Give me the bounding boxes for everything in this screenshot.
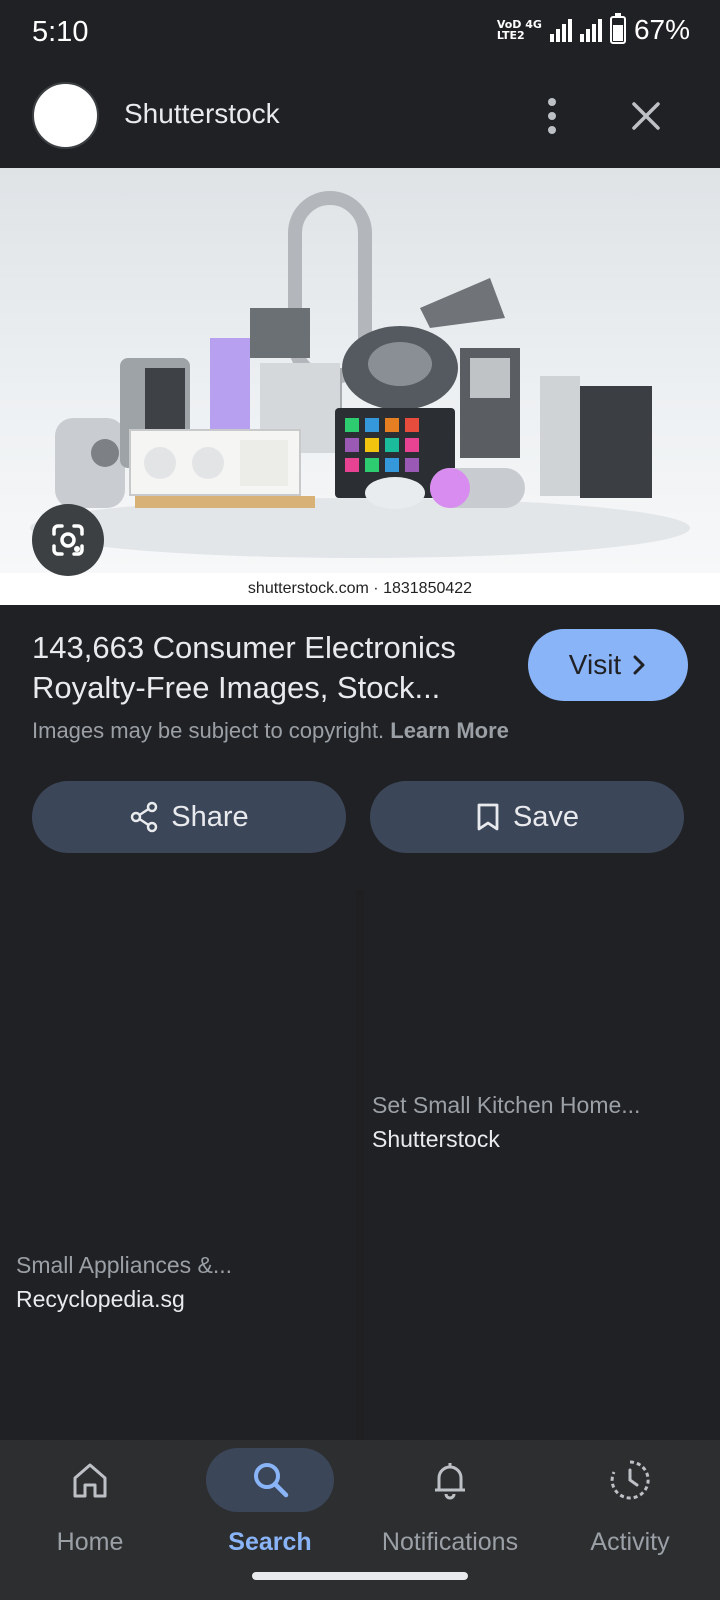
nav-item-notifications[interactable]: Notifications — [360, 1440, 540, 1570]
related-title: Set Small Kitchen Home... — [372, 1092, 641, 1118]
grid-divider — [356, 890, 364, 1445]
nav-item-home[interactable]: Home — [0, 1440, 180, 1570]
share-label: Share — [171, 800, 249, 833]
nav-item-activity[interactable]: Activity — [540, 1440, 720, 1570]
nav-label-notifications: Notifications — [381, 1528, 519, 1556]
nav-label-search: Search — [228, 1528, 312, 1556]
copyright-notice: Images may be subject to copyright. Lear… — [32, 718, 509, 744]
site-favicon — [32, 82, 99, 149]
lens-button[interactable] — [32, 504, 104, 576]
related-title: Small Appliances &... — [16, 1252, 233, 1278]
site-name[interactable]: Shutterstock — [124, 98, 280, 130]
signal-icon — [549, 18, 572, 42]
status-bar: 5:10 VoD 4G LTE2 67% — [0, 0, 720, 68]
visit-label: Visit — [568, 649, 622, 680]
signal-2-icon — [579, 18, 602, 42]
image-watermark-caption: shutterstock.com · 1831850422 — [0, 573, 720, 605]
save-label: Save — [512, 800, 580, 833]
result-title[interactable]: 143,663 Consumer Electronics Royalty-Fre… — [32, 628, 502, 708]
search-icon — [254, 1463, 289, 1498]
electronics-photo — [0, 168, 720, 573]
home-icon — [73, 1463, 107, 1498]
learn-more-link[interactable]: Learn More — [390, 718, 509, 743]
more-options-icon[interactable] — [534, 96, 570, 136]
viewer-header: Shutterstock — [0, 68, 720, 168]
battery-percent: 67% — [633, 14, 690, 45]
related-source: Shutterstock — [372, 1126, 500, 1152]
copyright-text: Images may be subject to copyright. — [32, 718, 385, 743]
battery-icon — [609, 13, 626, 44]
status-time: 5:10 — [32, 16, 89, 48]
save-button[interactable]: Save — [370, 781, 684, 853]
nav-label-home: Home — [56, 1528, 124, 1556]
status-icons: VoD 4G LTE2 67% — [497, 13, 690, 46]
result-image[interactable]: shutterstock.com · 1831850422 — [0, 168, 720, 605]
visit-button[interactable]: Visit — [528, 629, 688, 701]
network-bottom-label: LTE2 — [496, 29, 525, 42]
network-badge: VoD 4G LTE2 — [497, 19, 542, 41]
nav-item-search[interactable]: Search — [180, 1440, 360, 1570]
share-button[interactable]: Share — [32, 781, 346, 853]
gesture-home-bar[interactable] — [252, 1572, 468, 1580]
activity-icon — [610, 1460, 650, 1500]
bookmark-icon — [477, 803, 499, 831]
lens-icon — [52, 524, 84, 556]
electronics-illustration — [30, 191, 690, 558]
nav-label-activity: Activity — [590, 1528, 670, 1556]
related-result-card[interactable]: Set Small Kitchen Home... Shutterstock — [364, 890, 720, 1445]
close-icon[interactable] — [626, 96, 666, 136]
related-result-card[interactable]: Small Appliances &... Recyclopedia.sg — [0, 890, 356, 1445]
chevron-right-icon — [633, 655, 645, 675]
share-icon — [131, 801, 158, 833]
related-source: Recyclopedia.sg — [16, 1286, 185, 1312]
bell-icon — [435, 1463, 465, 1500]
